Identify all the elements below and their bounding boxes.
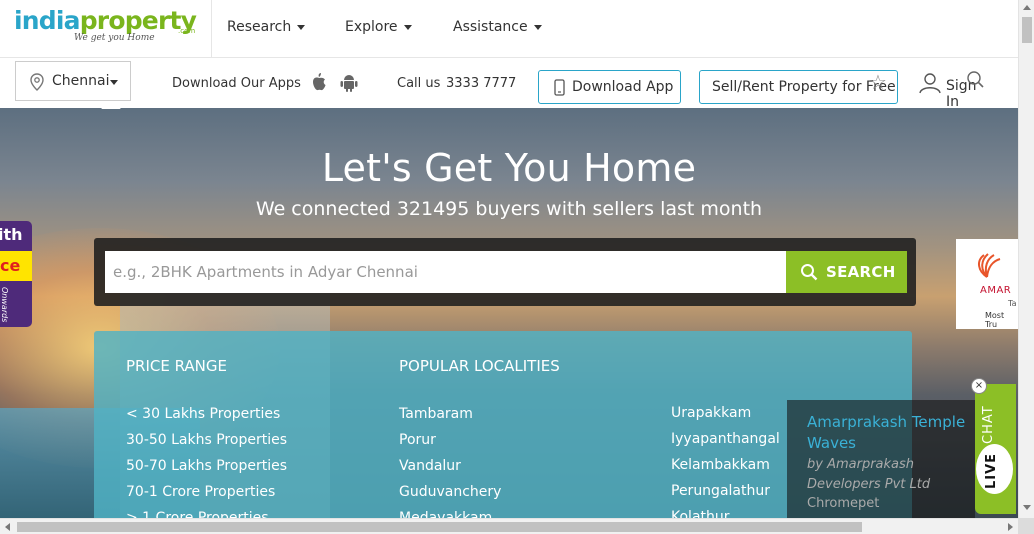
download-app-button[interactable]: Download App <box>538 70 681 104</box>
nav-explore[interactable]: Explore <box>345 19 412 35</box>
nav-explore-label: Explore <box>345 19 398 35</box>
search-bar: SEARCH <box>94 238 916 306</box>
price-range-link[interactable]: > 1 Crore Properties <box>126 510 269 518</box>
download-app-label: Download App <box>572 79 674 95</box>
nav-research[interactable]: Research <box>227 19 306 35</box>
call-us-label: Call us <box>397 76 441 91</box>
price-range-link[interactable]: 70-1 Crore Properties <box>126 484 275 500</box>
price-range-link[interactable]: 30-50 Lakhs Properties <box>126 432 287 448</box>
city-dropdown-notch <box>101 101 121 109</box>
promo-text-1: ith <box>0 225 23 244</box>
scroll-left-arrow-icon[interactable] <box>5 523 10 531</box>
caret-down-icon <box>403 24 412 30</box>
android-icon[interactable] <box>340 72 358 92</box>
advertiser-text-1: Ta <box>1008 299 1017 308</box>
locality-link[interactable]: Kolathur <box>671 509 730 518</box>
utility-bar: Chennai Download Our Apps Call us 3333 7… <box>0 58 1018 110</box>
close-icon[interactable]: × <box>971 378 987 394</box>
scroll-right-arrow-icon[interactable] <box>1008 523 1013 531</box>
vertical-scrollbar[interactable] <box>1018 0 1034 518</box>
scrollbar-corner <box>1018 518 1034 534</box>
city-label: Chennai <box>52 73 110 89</box>
locality-link[interactable]: Perungalathur <box>671 483 770 499</box>
search-icon <box>801 264 818 281</box>
locality-link[interactable]: Porur <box>399 432 436 448</box>
star-icon[interactable]: ☆ <box>869 70 887 94</box>
price-range-link[interactable]: 50-70 Lakhs Properties <box>126 458 287 474</box>
advertiser-logo-icon <box>978 253 1001 278</box>
featured-project-card[interactable]: Amarprakash Temple Waves by Amarprakash … <box>787 400 975 518</box>
nav-assistance[interactable]: Assistance <box>453 19 542 35</box>
search-button[interactable]: SEARCH <box>786 251 907 293</box>
offer-promo-tab[interactable]: ith ce Onwards <box>0 221 32 327</box>
locality-link[interactable]: Iyyapanthangal <box>671 431 780 447</box>
locality-link[interactable]: Medavakkam <box>399 510 492 518</box>
download-apps-label: Download Our Apps <box>172 76 301 91</box>
scroll-up-arrow-icon[interactable] <box>1023 5 1031 10</box>
city-selector[interactable]: Chennai <box>15 61 131 101</box>
logo-part-india: india <box>14 6 80 35</box>
advertiser-name: AMAR <box>980 285 1012 296</box>
chat-label: CHAT <box>981 405 996 444</box>
live-chat-widget[interactable]: × CHAT LIVE <box>971 378 1016 514</box>
hero-subtitle: We connected 321495 buyers with sellers … <box>255 198 763 220</box>
locality-link[interactable]: Guduvanchery <box>399 484 501 500</box>
popular-localities-heading: POPULAR LOCALITIES <box>399 357 560 375</box>
user-icon <box>919 73 941 94</box>
call-number[interactable]: 3333 7777 <box>446 76 516 91</box>
project-developer: by Amarprakash Developers Pvt Ltd <box>807 457 931 492</box>
locality-link[interactable]: Urapakkam <box>671 405 751 421</box>
promo-text-2: ce <box>0 251 32 281</box>
phone-icon <box>554 79 565 96</box>
price-range-link[interactable]: < 30 Lakhs Properties <box>126 406 280 422</box>
price-range-heading: PRICE RANGE <box>126 357 228 375</box>
location-pin-icon <box>30 73 44 91</box>
nav-research-label: Research <box>227 19 292 35</box>
caret-down-icon <box>110 80 118 85</box>
hero-banner: Let's Get You Home We connected 321495 b… <box>0 108 1018 518</box>
horizontal-scroll-thumb[interactable] <box>17 522 862 532</box>
locality-link[interactable]: Tambaram <box>399 406 473 422</box>
locality-link[interactable]: Kelambakkam <box>671 457 770 473</box>
apple-icon[interactable] <box>311 72 327 92</box>
advertiser-banner[interactable]: AMAR Ta Most Tru <box>956 239 1018 329</box>
advertiser-text-2: Most Tru <box>985 311 1005 329</box>
promo-text-3: Onwards <box>0 287 9 323</box>
search-icon[interactable] <box>966 70 984 88</box>
property-search-input[interactable] <box>105 251 787 293</box>
browser-viewport: indiaproperty .com We get you Home Resea… <box>0 0 1034 534</box>
top-header: indiaproperty .com We get you Home Resea… <box>0 0 1018 58</box>
logo-tagline: We get you Home <box>74 33 155 43</box>
live-label: LIVE <box>984 452 999 489</box>
logo-domain-suffix: .com <box>178 27 196 35</box>
nav-assistance-label: Assistance <box>453 19 528 35</box>
locality-link[interactable]: Vandalur <box>399 458 461 474</box>
scroll-down-arrow-icon[interactable] <box>1023 505 1031 510</box>
caret-down-icon <box>297 24 306 30</box>
search-button-label: SEARCH <box>826 263 896 281</box>
project-name: Amarprakash Temple Waves <box>807 413 966 452</box>
hero-title: Let's Get You Home <box>321 146 697 190</box>
caret-down-icon <box>533 24 542 30</box>
site-logo[interactable]: indiaproperty .com We get you Home <box>0 0 212 58</box>
project-locality: Chromepet <box>807 496 880 511</box>
horizontal-scrollbar[interactable] <box>0 518 1018 534</box>
vertical-scroll-thumb[interactable] <box>1022 17 1032 43</box>
logo-wordmark: indiaproperty <box>14 6 197 36</box>
